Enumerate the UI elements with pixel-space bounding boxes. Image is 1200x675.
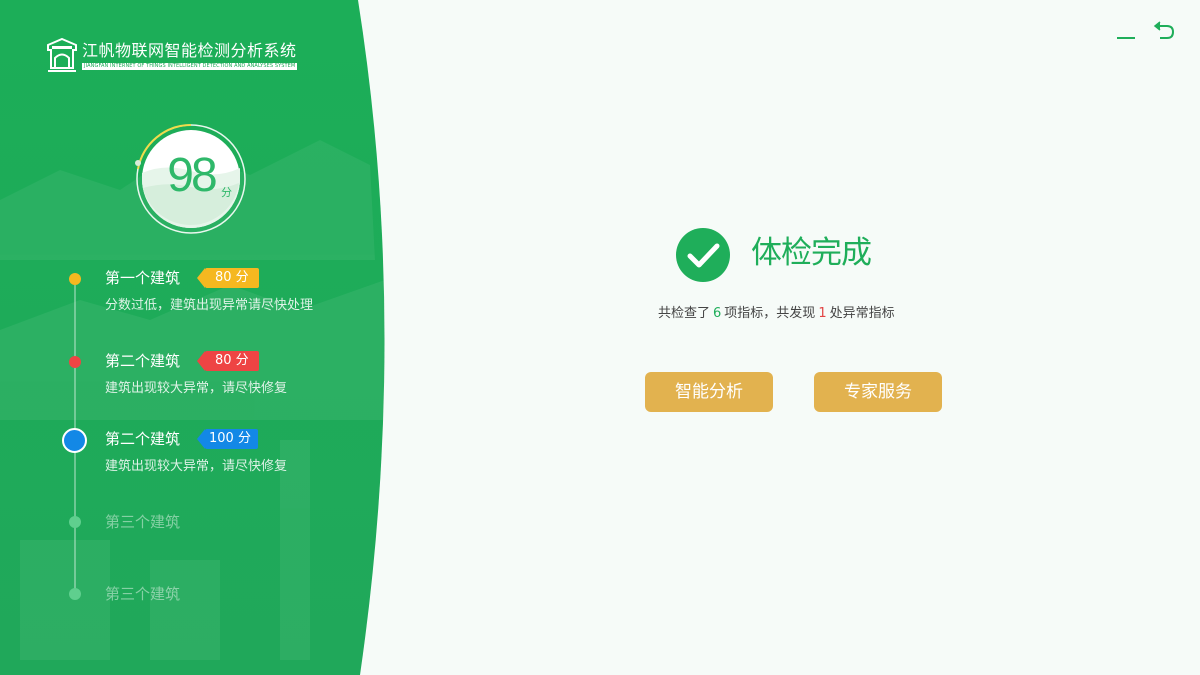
building-title: 第二个建筑 [105, 430, 181, 448]
smart-analysis-button[interactable]: 智能分析 [645, 372, 773, 412]
status-dot-error [69, 356, 81, 368]
app-window: 江帆物联网智能检测分析系统 JIANGFAN INTERNET OF THING… [0, 0, 1200, 675]
status-dot-active [62, 428, 87, 453]
expert-service-button[interactable]: 专家服务 [814, 372, 942, 412]
summary-middle: 项指标，共发现 [724, 306, 816, 321]
minimize-icon[interactable] [1116, 28, 1136, 42]
score-circle: 98 [135, 123, 247, 235]
building-desc: 建筑出现较大异常，请尽快修复 [105, 459, 288, 474]
checked-count: 6 [713, 306, 722, 321]
left-panel-background [0, 0, 400, 675]
castle-logo-icon [47, 38, 77, 72]
status-dot-pending [69, 516, 81, 528]
score-unit: 分 [221, 186, 232, 199]
building-title: 第一个建筑 [105, 269, 181, 287]
app-title: 江帆物联网智能检测分析系统 [82, 40, 297, 60]
check-circle-icon [676, 228, 730, 282]
summary-suffix: 处异常指标 [829, 306, 895, 321]
status-dot-warning [69, 273, 81, 285]
building-desc: 分数过低，建筑出现异常请尽快处理 [105, 298, 314, 313]
building-title: 第三个建筑 [105, 513, 181, 531]
score-badge: 80 分 [197, 351, 259, 371]
back-arrow-icon[interactable] [1152, 21, 1176, 41]
status-dot-pending [69, 588, 81, 600]
building-desc: 建筑出现较大异常，请尽快修复 [105, 381, 288, 396]
building-title: 第三个建筑 [105, 585, 181, 603]
building-title: 第二个建筑 [105, 352, 181, 370]
score-badge: 100 分 [197, 429, 258, 449]
score-badge: 80 分 [197, 268, 259, 288]
result-title: 体检完成 [751, 235, 872, 271]
result-summary: 共检查了 6 项指标，共发现 1 处异常指标 [658, 304, 895, 324]
app-subtitle: JIANGFAN INTERNET OF THINGS INTELLIGENT … [82, 62, 298, 70]
abnormal-count: 1 [818, 306, 827, 321]
brand-header: 江帆物联网智能检测分析系统 JIANGFAN INTERNET OF THING… [46, 38, 298, 72]
summary-prefix: 共检查了 [658, 306, 711, 321]
